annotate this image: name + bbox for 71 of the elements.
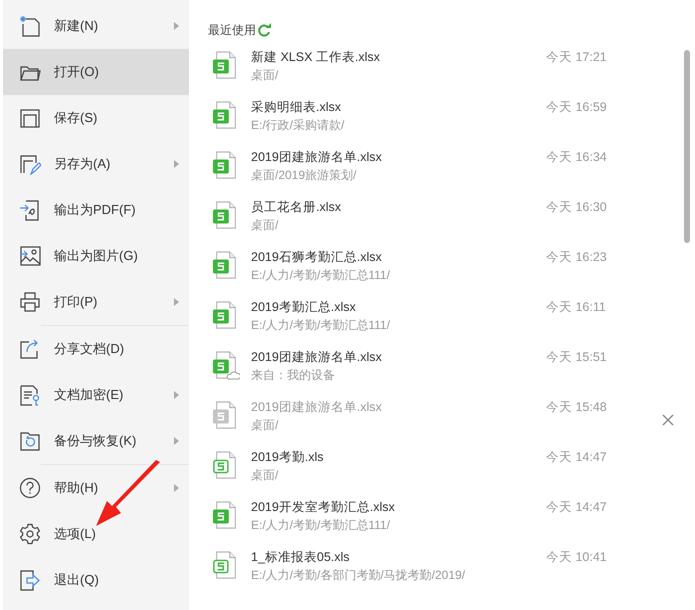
- file-time: 今天 16:34: [546, 149, 607, 166]
- image-export-icon: [19, 245, 41, 267]
- file-name: 2019团建旅游名单.xlsx: [251, 149, 383, 166]
- section-title: 最近使用: [208, 22, 256, 38]
- file-time: 今天 16:11: [546, 299, 606, 316]
- file-name: 2019石狮考勤汇总.xlsx: [251, 249, 383, 266]
- file-path: E:/人力/考勤/考勤汇总111/: [251, 267, 391, 284]
- menu-item[interactable]: 备份与恢复(K): [3, 418, 189, 464]
- file-time: 今天 16:23: [546, 249, 607, 266]
- recent-file-item[interactable]: 2019团建旅游名单.xlsx 桌面/2019旅游策划/ 今天 16:34: [208, 148, 678, 198]
- file-path: 桌面/: [251, 467, 280, 484]
- file-time: 今天 16:59: [546, 99, 607, 116]
- lock-document-icon: [19, 384, 41, 406]
- menu-item[interactable]: 退出(Q): [3, 557, 189, 603]
- recent-file-item[interactable]: 新建 XLSX 工作表.xlsx 桌面/ 今天 17:21: [208, 48, 678, 98]
- printer-icon: [19, 291, 41, 313]
- settings-icon: [19, 523, 41, 545]
- save-as-icon: [19, 153, 41, 175]
- menu-item[interactable]: 新建(N): [3, 3, 189, 49]
- file-name: 采购明细表.xlsx: [251, 99, 342, 116]
- save-icon: [19, 107, 41, 129]
- menu-item[interactable]: 分享文档(D): [3, 326, 189, 372]
- file-time: 今天 17:21: [546, 49, 607, 66]
- file-path: 桌面/: [251, 417, 280, 434]
- recent-file-item[interactable]: 2019开发室考勤汇总.xlsx E:/人力/考勤/考勤汇总111/ 今天 14:47: [208, 498, 678, 548]
- recent-file-item[interactable]: 2019团建旅游名单.xlsx 来自：我的设备 今天 15:51: [208, 348, 678, 398]
- file-name: 2019开发室考勤汇总.xlsx: [251, 499, 396, 516]
- recent-file-item[interactable]: 采购明细表.xlsx E:/行政/采购请款/ 今天 16:59: [208, 98, 678, 148]
- file-name: 员工花名册.xlsx: [251, 199, 342, 216]
- file-name: 1_标准报表05.xls: [251, 549, 351, 566]
- help-icon: [19, 477, 41, 499]
- file-path: 桌面/: [251, 67, 280, 84]
- recent-file-item[interactable]: 1_标准报表05.xls E:/人力/考勤/各部门考勤/马拢考勤/2019/ 今天 10:41: [208, 548, 678, 598]
- file-time: 今天 15:48: [546, 399, 607, 416]
- file-path: E:/人力/考勤/考勤汇总111/: [251, 317, 391, 334]
- file-path: 来自：我的设备: [251, 367, 336, 384]
- recent-file-item[interactable]: 员工花名册.xlsx 桌面/ 今天 16:30: [208, 198, 678, 248]
- menu-item[interactable]: 另存为(A): [3, 141, 189, 187]
- file-name: 2019考勤.xls: [251, 449, 325, 466]
- recent-file-item[interactable]: 2019石狮考勤汇总.xlsx E:/人力/考勤/考勤汇总111/ 今天 16:23: [208, 248, 678, 298]
- pdf-export-icon: [19, 199, 41, 221]
- recent-file-item[interactable]: 2019考勤.xls 桌面/ 今天 14:47: [208, 448, 678, 498]
- exit-icon: [19, 569, 41, 591]
- menu-item[interactable]: 输出为PDF(F): [3, 187, 189, 233]
- file-path: E:/行政/采购请款/: [251, 117, 346, 134]
- file-name: 新建 XLSX 工作表.xlsx: [251, 49, 381, 66]
- recent-file-item[interactable]: 2019考勤汇总.xlsx E:/人力/考勤/考勤汇总111/ 今天 16:11: [208, 298, 678, 348]
- restore-icon: [19, 430, 41, 452]
- menu-item[interactable]: 选项(L): [3, 511, 189, 557]
- file-time: 今天 14:47: [546, 499, 607, 516]
- menu-item[interactable]: 文档加密(E): [3, 372, 189, 418]
- menu-item[interactable]: 输出为图片(G): [3, 233, 189, 279]
- refresh-icon[interactable]: [257, 23, 271, 37]
- scrollbar[interactable]: [684, 50, 690, 243]
- file-path: 桌面/: [251, 217, 280, 234]
- file-time: 今天 16:30: [546, 199, 607, 216]
- file-name: 2019团建旅游名单.xlsx: [251, 399, 383, 416]
- menu-item[interactable]: 打开(O): [3, 49, 189, 95]
- close-icon[interactable]: [662, 414, 674, 426]
- file-path: 桌面/2019旅游策划/: [251, 167, 358, 184]
- file-path: E:/人力/考勤/考勤汇总111/: [251, 517, 391, 534]
- file-time: 今天 10:41: [546, 549, 607, 566]
- file-name: 2019考勤汇总.xlsx: [251, 299, 357, 316]
- file-time: 今天 14:47: [546, 449, 607, 466]
- file-path: E:/人力/考勤/各部门考勤/马拢考勤/2019/: [251, 567, 466, 584]
- new-file-icon: [19, 15, 41, 37]
- menu-item[interactable]: 保存(S): [3, 95, 189, 141]
- menu-item[interactable]: 帮助(H): [3, 465, 189, 511]
- file-time: 今天 15:51: [546, 349, 607, 366]
- file-name: 2019团建旅游名单.xlsx: [251, 349, 383, 366]
- menu-item[interactable]: 打印(P): [3, 279, 189, 325]
